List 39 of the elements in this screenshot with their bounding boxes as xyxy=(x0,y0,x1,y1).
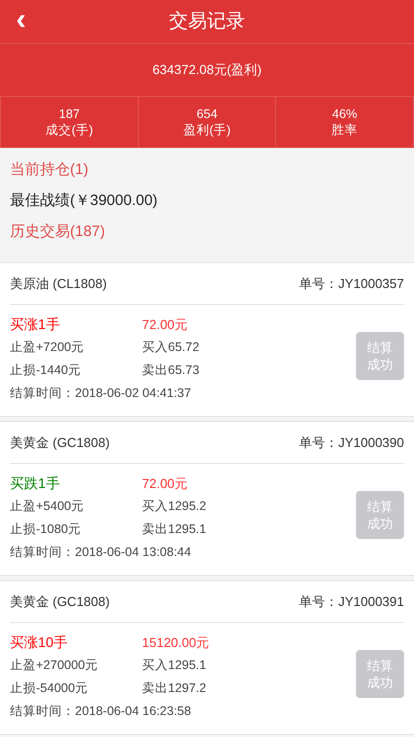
take-profit: 止盈+5400元 xyxy=(10,498,86,516)
stat-label: 胜率 xyxy=(332,122,358,138)
stop-loss: 止损-54000元 xyxy=(10,680,89,698)
stat-value: 187 xyxy=(58,106,80,122)
buy-price: 买入1295.1 xyxy=(142,657,206,674)
order-number: 单号：JY1000391 xyxy=(299,592,404,611)
order-number: 单号：JY1000357 xyxy=(299,274,404,293)
trade-amount: 72.00元 xyxy=(142,474,188,493)
sell-price: 卖出1295.1 xyxy=(142,521,206,538)
summary-text: 最佳战绩(￥39000.00) xyxy=(10,192,158,209)
stop-loss: 止损-1440元 xyxy=(10,362,82,380)
page-title: 交易记录 xyxy=(168,10,246,34)
take-profit: 止盈+7200元 xyxy=(10,339,86,356)
summary-link[interactable]: 当前持仓(1) xyxy=(10,161,88,178)
back-button[interactable]: ‹ xyxy=(10,4,32,36)
settle-time: 结算时间：2018-06-02 04:41:37 xyxy=(10,385,192,402)
stat-value: 46% xyxy=(332,106,358,122)
sell-price: 卖出65.73 xyxy=(142,362,200,380)
trade-direction: 买涨1手 xyxy=(10,315,61,334)
sell-price: 卖出1297.2 xyxy=(142,680,206,698)
product-name: 美黄金 (GC1808) xyxy=(10,434,110,452)
stat-value: 654 xyxy=(196,106,218,122)
summary-link[interactable]: 历史交易(187) xyxy=(10,223,106,240)
buy-price: 买入65.72 xyxy=(142,339,200,356)
take-profit: 止盈+270000元 xyxy=(10,657,100,674)
settle-time: 结算时间：2018-06-04 13:08:44 xyxy=(10,544,192,562)
profit-total: 634372.08元(盈利) xyxy=(152,61,262,80)
trade-direction: 买跌1手 xyxy=(10,474,61,493)
trade-amount: 15120.00元 xyxy=(142,634,210,652)
order-number: 单号：JY1000390 xyxy=(299,434,404,452)
buy-price: 买入1295.2 xyxy=(142,498,206,516)
product-name: 美黄金 (GC1808) xyxy=(10,592,110,611)
stat-label: 盈利(手) xyxy=(183,122,231,138)
stop-loss: 止损-1080元 xyxy=(10,521,82,538)
trade-direction: 买涨10手 xyxy=(10,633,69,652)
settle-time: 结算时间：2018-06-04 16:23:58 xyxy=(10,703,192,720)
stat-label: 成交(手) xyxy=(46,122,93,138)
product-name: 美原油 (CL1808) xyxy=(10,274,107,293)
trade-amount: 72.00元 xyxy=(142,316,188,334)
